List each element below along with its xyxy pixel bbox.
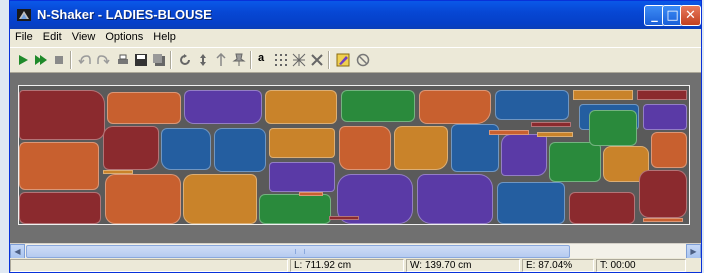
close-icon: ✕ bbox=[685, 8, 696, 23]
status-efficiency: E: 87.04% bbox=[522, 259, 594, 272]
play-forward-icon[interactable] bbox=[34, 53, 48, 67]
garment-piece[interactable] bbox=[339, 126, 391, 170]
stop-icon[interactable] bbox=[52, 53, 66, 67]
garment-piece[interactable] bbox=[19, 90, 105, 140]
marker-workarea bbox=[10, 73, 701, 243]
menu-view[interactable]: View bbox=[67, 29, 101, 43]
save-all-icon[interactable] bbox=[152, 53, 166, 67]
grid-cross-icon[interactable] bbox=[310, 53, 324, 67]
toolbar-separator bbox=[250, 51, 252, 69]
flip-vertical-icon[interactable] bbox=[196, 53, 210, 67]
text-a-icon[interactable]: a bbox=[258, 52, 272, 66]
redo-icon[interactable] bbox=[96, 53, 110, 67]
title-bar[interactable]: N-Shaker - LADIES-BLOUSE _ □ ✕ bbox=[10, 1, 701, 29]
garment-piece[interactable] bbox=[495, 90, 569, 120]
scroll-grip-icon bbox=[295, 249, 305, 254]
print-icon[interactable] bbox=[116, 53, 130, 67]
garment-piece[interactable] bbox=[299, 192, 323, 196]
garment-piece[interactable] bbox=[569, 192, 635, 224]
garment-piece[interactable] bbox=[417, 174, 493, 224]
garment-piece[interactable] bbox=[161, 128, 211, 170]
chevron-right-icon: ▶ bbox=[690, 247, 697, 256]
toolbar-separator bbox=[328, 51, 330, 69]
garment-piece[interactable] bbox=[651, 132, 687, 168]
toolbar-separator bbox=[70, 51, 72, 69]
garment-piece[interactable] bbox=[214, 128, 266, 172]
menu-edit[interactable]: Edit bbox=[38, 29, 67, 43]
horizontal-scrollbar[interactable]: ◀ ▶ bbox=[10, 243, 701, 259]
garment-piece[interactable] bbox=[549, 142, 601, 182]
scroll-thumb[interactable] bbox=[26, 245, 570, 258]
garment-piece[interactable] bbox=[643, 104, 687, 130]
garment-piece[interactable] bbox=[105, 174, 181, 224]
garment-piece[interactable] bbox=[269, 162, 335, 192]
close-button[interactable]: ✕ bbox=[680, 5, 701, 26]
garment-piece[interactable] bbox=[501, 134, 547, 176]
garment-piece[interactable] bbox=[419, 90, 491, 124]
garment-piece[interactable] bbox=[589, 110, 637, 146]
menu-options[interactable]: Options bbox=[100, 29, 148, 43]
maximize-icon: □ bbox=[666, 8, 679, 23]
grid-pattern-icon[interactable] bbox=[292, 53, 306, 67]
garment-piece[interactable] bbox=[184, 90, 262, 124]
garment-piece[interactable] bbox=[329, 216, 359, 220]
garment-piece[interactable] bbox=[103, 126, 159, 170]
garment-piece[interactable] bbox=[103, 170, 133, 174]
marker-canvas[interactable] bbox=[18, 85, 690, 225]
status-panel-empty bbox=[10, 259, 288, 272]
garment-piece[interactable] bbox=[489, 130, 529, 135]
rotate-icon[interactable] bbox=[178, 53, 192, 67]
garment-piece[interactable] bbox=[394, 126, 448, 170]
status-bar: L: 711.92 cm W: 139.70 cm E: 87.04% T: 0… bbox=[10, 258, 701, 272]
app-window: N-Shaker - LADIES-BLOUSE _ □ ✕ File Edit V… bbox=[9, 0, 702, 273]
status-length: L: 711.92 cm bbox=[290, 259, 404, 272]
chevron-left-icon: ◀ bbox=[14, 247, 21, 256]
minimize-icon: _ bbox=[651, 8, 658, 23]
play-icon[interactable] bbox=[16, 53, 30, 67]
garment-piece[interactable] bbox=[537, 132, 573, 137]
grid-dots-icon[interactable] bbox=[274, 53, 288, 67]
menu-bar: File Edit View Options Help bbox=[10, 29, 701, 47]
garment-piece[interactable] bbox=[637, 90, 687, 100]
status-width: W: 139.70 cm bbox=[406, 259, 520, 272]
garment-piece[interactable] bbox=[497, 182, 565, 224]
garment-piece[interactable] bbox=[259, 194, 331, 224]
garment-piece[interactable] bbox=[643, 218, 683, 222]
undo-icon[interactable] bbox=[78, 53, 92, 67]
garment-piece[interactable] bbox=[573, 90, 633, 100]
nudge-icon[interactable] bbox=[214, 53, 228, 67]
toolbar: a bbox=[10, 47, 701, 73]
garment-piece[interactable] bbox=[183, 174, 257, 224]
pin-icon[interactable] bbox=[232, 53, 246, 67]
edit-pencil-icon[interactable] bbox=[336, 53, 350, 67]
garment-piece[interactable] bbox=[107, 92, 181, 124]
scroll-left-button[interactable]: ◀ bbox=[10, 244, 25, 259]
toolbar-separator bbox=[170, 51, 172, 69]
n-shaker-logo-icon bbox=[17, 9, 31, 21]
window-title: N-Shaker - LADIES-BLOUSE bbox=[37, 7, 212, 22]
garment-piece[interactable] bbox=[19, 192, 101, 224]
garment-piece[interactable] bbox=[341, 90, 415, 122]
garment-piece[interactable] bbox=[269, 128, 335, 158]
menu-file[interactable]: File bbox=[10, 29, 38, 43]
scroll-right-button[interactable]: ▶ bbox=[686, 244, 701, 259]
save-icon[interactable] bbox=[134, 53, 148, 67]
no-entry-icon[interactable] bbox=[356, 53, 370, 67]
status-time: T: 00:00 bbox=[596, 259, 686, 272]
menu-help[interactable]: Help bbox=[148, 29, 181, 43]
garment-piece[interactable] bbox=[19, 142, 99, 190]
garment-piece[interactable] bbox=[531, 122, 571, 127]
garment-piece[interactable] bbox=[265, 90, 337, 124]
garment-piece[interactable] bbox=[639, 170, 687, 218]
